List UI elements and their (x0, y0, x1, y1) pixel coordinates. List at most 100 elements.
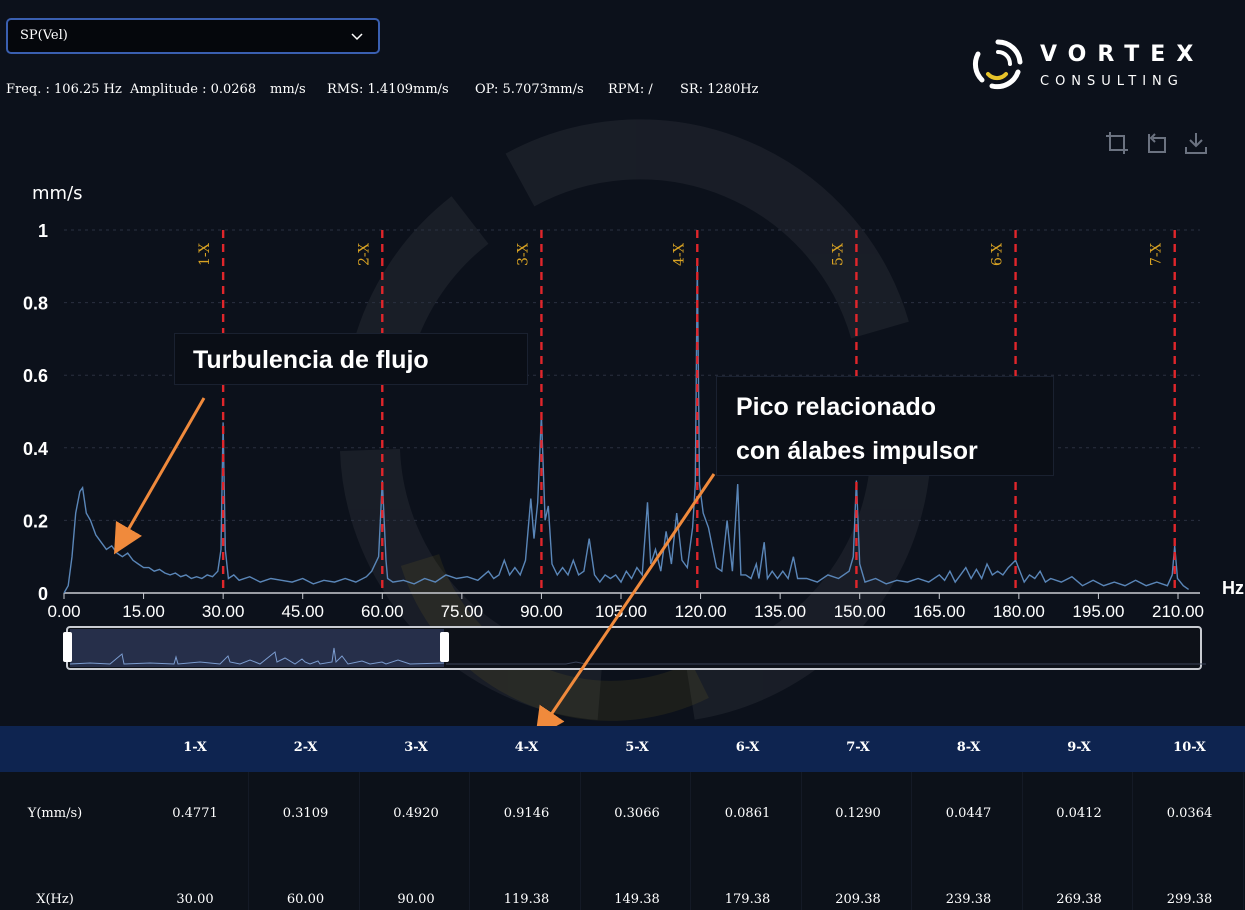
column-separator (248, 858, 249, 910)
table-header-cell: 8-X (956, 740, 981, 755)
column-separator (800, 858, 802, 910)
table-cell: 299.38 (1166, 892, 1213, 907)
table-header-cell: 7-X (846, 740, 870, 755)
table-cell: 209.38 (835, 892, 881, 907)
chevron-down-icon (351, 33, 363, 41)
row-label: X(Hz) (36, 892, 74, 907)
x-tick-label: 30.00 (202, 602, 245, 621)
x-tick-label: 195.00 (1072, 602, 1124, 621)
harmonic-marker-label: 2-X (356, 243, 372, 266)
x-tick-label: 120.00 (675, 602, 727, 621)
column-separator (579, 858, 581, 910)
harmonic-marker-label: 1-X (197, 243, 213, 266)
table-header-cell: 6-X (735, 740, 760, 755)
table-cell: 239.38 (945, 892, 992, 907)
table-header-cell: 4-X (514, 740, 539, 755)
table-cell: 0.3066 (614, 806, 660, 821)
table-row: Y(mm/s) 0.4771 0.3109 0.4920 0.9146 0.3066 0.… (0, 772, 1245, 859)
x-tick-label: 60.00 (361, 602, 404, 621)
table-cell: 60.00 (286, 892, 325, 907)
table-cell: 0.3109 (282, 806, 329, 821)
harmonic-marker-label: 7-X (1149, 243, 1165, 266)
zoom-reset-icon[interactable] (1143, 130, 1169, 156)
annotation-impeller-peak: Pico relacionado con álabes impulsor (716, 376, 1054, 476)
zoom-handle-left[interactable] (63, 632, 72, 662)
zoom-track-line (446, 661, 1206, 665)
x-tick-label: 45.00 (281, 602, 324, 621)
column-separator (1242, 858, 1244, 910)
x-axis-unit: Hz (1222, 578, 1244, 598)
x-tick-label: 105.00 (595, 602, 647, 621)
brand-name: VORTEX (1040, 42, 1205, 67)
column-separator (1242, 772, 1244, 858)
x-tick-label: 180.00 (993, 602, 1045, 621)
column-separator (579, 772, 581, 858)
x-tick-label: 210.00 (1152, 602, 1204, 621)
x-tick-label: 165.00 (913, 602, 965, 621)
row-label: Y(mm/s) (27, 806, 83, 821)
y-tick-label: 0.4 (23, 439, 48, 459)
column-separator (358, 858, 360, 910)
column-separator (690, 772, 691, 858)
x-tick-label: 0.00 (47, 602, 80, 621)
table-cell: 0.0364 (1166, 806, 1213, 821)
brand-logo: VORTEX CONSULTING (970, 36, 1230, 96)
table-cell: 269.38 (1056, 892, 1102, 907)
y-tick-label: 1 (38, 221, 48, 241)
column-separator (911, 858, 912, 910)
annotation-peak-line1: Pico relacionado (736, 393, 937, 421)
table-cell: 0.4771 (172, 806, 218, 821)
column-separator (248, 772, 249, 858)
zoom-select-icon[interactable] (1104, 130, 1130, 156)
x-tick-label: 75.00 (441, 602, 484, 621)
y-tick-label: 0.6 (23, 366, 48, 386)
table-cell: 0.0861 (724, 806, 771, 821)
table-cell: 0.4920 (393, 806, 439, 821)
table-cell: 119.38 (503, 892, 550, 907)
spectrum-chart[interactable]: 0 0.2 0.4 0.6 0.8 1 0.00 15.00 30.00 45.00 60.00 75… (0, 200, 1245, 630)
column-separator (800, 772, 802, 858)
signal-type-dropdown[interactable]: SP(Vel) (6, 18, 380, 54)
stat-amplitude: Amplitude : 0.0268 (130, 82, 257, 97)
harmonics-table: 1-X 2-X 3-X 4-X 5-X 6-X 7-X 8-X 9-X 10-X Y(mm/s) … (0, 726, 1245, 910)
x-tick-label: 15.00 (122, 602, 165, 621)
table-cell: 149.38 (614, 892, 660, 907)
table-header-cell: 2-X (293, 740, 318, 755)
table-header-row: 1-X 2-X 3-X 4-X 5-X 6-X 7-X 8-X 9-X 10-X (0, 726, 1245, 772)
harmonic-marker-label: 3-X (515, 243, 531, 266)
stat-rpm: RPM: / (608, 82, 653, 97)
table-cell: 179.38 (724, 892, 771, 907)
stat-amplitude-unit: mm/s (270, 82, 306, 97)
vortex-swirl-icon (972, 39, 1023, 90)
column-separator (690, 858, 691, 910)
table-header-cell: 1-X (183, 740, 207, 755)
column-separator (469, 772, 470, 858)
table-cell: 0.0412 (1056, 806, 1102, 821)
data-zoom-slider[interactable] (63, 626, 1206, 670)
harmonic-marker-label: 5-X (830, 243, 846, 266)
x-tick-label: 90.00 (520, 602, 563, 621)
column-separator (1132, 772, 1133, 858)
table-cell: 90.00 (397, 892, 435, 907)
y-tick-label: 0.8 (23, 294, 48, 314)
download-icon[interactable] (1183, 130, 1209, 156)
column-separator (1132, 858, 1133, 910)
annotation-turbulence: Turbulencia de flujo (174, 333, 528, 385)
y-tick-label: 0.2 (23, 511, 48, 531)
annotation-turbulence-text: Turbulencia de flujo (193, 346, 429, 374)
column-separator (1021, 772, 1023, 858)
x-tick-label: 150.00 (834, 602, 886, 621)
annotation-peak-line2: con álabes impulsor (736, 437, 978, 465)
column-separator (469, 858, 470, 910)
table-header-cell: 10-X (1173, 740, 1206, 755)
table-cell: 0.0447 (945, 806, 992, 821)
dropdown-selected-value: SP(Vel) (20, 28, 68, 43)
harmonic-marker-label: 4-X (671, 243, 687, 266)
table-cell: 0.9146 (503, 806, 550, 821)
y-tick-label: 0 (38, 584, 48, 604)
table-row: X(Hz) 30.00 60.00 90.00 119.38 149.38 179.38 2… (0, 858, 1245, 910)
table-header-cell: 3-X (404, 740, 428, 755)
stat-op: OP: 5.7073mm/s (475, 82, 584, 97)
stat-sr: SR: 1280Hz (680, 82, 759, 97)
brand-subtitle: CONSULTING (1040, 74, 1184, 89)
